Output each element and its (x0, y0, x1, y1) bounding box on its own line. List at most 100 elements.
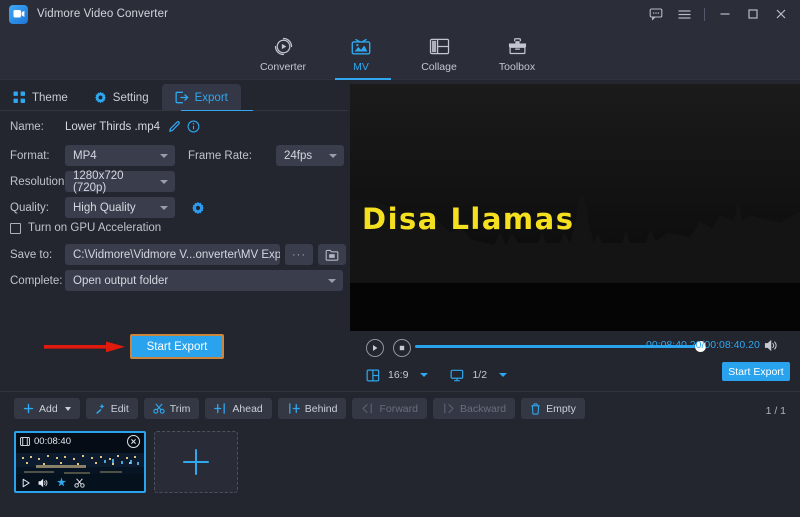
nav-item-toolbox[interactable]: Toolbox (478, 28, 556, 80)
start-export-label-secondary: Start Export (728, 366, 783, 378)
format-select[interactable]: MP4 (65, 145, 175, 166)
aspect-ratio-icon[interactable] (366, 369, 380, 382)
clip-effects-icon[interactable] (56, 477, 67, 488)
toolbox-icon (507, 36, 528, 58)
nav-label: Converter (260, 61, 306, 73)
quality-label: Quality: (10, 202, 65, 214)
toolbar-button-empty[interactable]: Empty (521, 398, 585, 419)
toolbar-button-label: Backward (460, 403, 506, 415)
advanced-settings-gear-icon[interactable] (191, 201, 205, 215)
volume-icon[interactable] (764, 339, 779, 357)
toolbar-button-forward[interactable]: Forward (352, 398, 427, 419)
nav-divider (0, 79, 800, 80)
zoom-level-chevron-down-icon[interactable] (499, 373, 507, 377)
resolution-value: 1280x720 (720p) (73, 170, 155, 194)
menu-icon[interactable] (671, 1, 697, 27)
clip-thumbnail[interactable]: 00:08:40 (14, 431, 146, 493)
format-row: Format: MP4 Frame Rate: 24fps (10, 145, 344, 166)
clip-trim-icon[interactable] (74, 478, 85, 488)
nav-active-indicator (335, 78, 391, 80)
edit-pencil-icon[interactable] (168, 120, 181, 133)
format-label: Format: (10, 150, 65, 162)
start-export-button-secondary[interactable]: Start Export (722, 362, 790, 381)
toolbar-button-behind[interactable]: Behind (278, 398, 347, 419)
start-export-button[interactable]: Start Export (130, 334, 224, 359)
complete-row: Complete: Open output folder (10, 270, 343, 291)
resolution-select[interactable]: 1280x720 (720p) (65, 171, 175, 192)
maximize-icon[interactable] (740, 1, 766, 27)
toolbar-button-label: Ahead (232, 403, 262, 415)
monitor-icon[interactable] (450, 369, 464, 382)
toolbar-button-add[interactable]: Add (14, 398, 80, 419)
video-preview[interactable]: Disa Llamas (350, 84, 800, 331)
nav-item-converter[interactable]: Converter (244, 28, 322, 80)
save-to-label: Save to: (10, 249, 65, 261)
open-folder-button[interactable] (318, 244, 346, 265)
save-to-path-value: C:\Vidmore\Vidmore V...onverter\MV Expor… (73, 249, 280, 261)
annotation-arrow (44, 340, 126, 352)
app-logo-icon (9, 5, 28, 24)
tab-theme[interactable]: Theme (0, 84, 81, 111)
toolbar-button-label: Empty (546, 403, 576, 415)
nav-label: MV (353, 61, 369, 73)
main-navigation: Converter MV (0, 28, 800, 80)
clip-close-icon[interactable] (127, 435, 140, 448)
preview-ground (350, 283, 800, 331)
chevron-down-icon (328, 279, 336, 283)
stop-button[interactable] (393, 339, 411, 357)
resolution-row: Resolution: 1280x720 (720p) (10, 171, 175, 192)
info-icon[interactable] (187, 120, 200, 133)
add-clip-slot[interactable] (154, 431, 238, 493)
magic-wand-icon (95, 403, 106, 414)
tab-label: Export (195, 92, 228, 104)
gpu-acceleration-row[interactable]: Turn on GPU Acceleration (10, 222, 161, 234)
trash-icon (530, 403, 541, 415)
feedback-icon[interactable] (643, 1, 669, 27)
toolbar-button-ahead[interactable]: Ahead (205, 398, 271, 419)
save-to-path-input[interactable]: C:\Vidmore\Vidmore V...onverter\MV Expor… (65, 244, 280, 265)
format-value: MP4 (73, 150, 97, 162)
quality-value: High Quality (73, 202, 136, 214)
nav-item-mv[interactable]: MV (322, 28, 400, 80)
nav-label: Collage (421, 61, 457, 73)
zoom-level-value: 1/2 (472, 369, 487, 381)
clip-play-icon[interactable] (21, 478, 31, 488)
toolbar-button-edit[interactable]: Edit (86, 398, 138, 419)
close-icon[interactable] (768, 1, 794, 27)
quality-select[interactable]: High Quality (65, 197, 175, 218)
toolbar-button-backward[interactable]: Backward (433, 398, 515, 419)
play-button[interactable] (366, 339, 384, 357)
page-counter: 1 / 1 (766, 405, 786, 417)
nav-label: Toolbox (499, 61, 535, 73)
chevron-down-icon (160, 180, 168, 184)
insert-ahead-icon (214, 403, 227, 414)
name-row: Name: Lower Thirds .mp4 (10, 120, 200, 133)
complete-action-select[interactable]: Open output folder (65, 270, 343, 291)
tab-label: Setting (113, 92, 149, 104)
nav-item-collage[interactable]: Collage (400, 28, 478, 80)
window-controls (643, 0, 794, 28)
theme-icon (13, 91, 26, 104)
complete-action-value: Open output folder (73, 275, 168, 287)
add-chevron-down-icon[interactable] (65, 407, 71, 411)
tab-export[interactable]: Export (162, 84, 241, 111)
app-window: Vidmore Video Converter (0, 0, 800, 517)
clip-volume-icon[interactable] (38, 478, 49, 488)
save-to-row: Save to: C:\Vidmore\Vidmore V...onverter… (10, 244, 346, 265)
toolbar-button-trim[interactable]: Trim (144, 398, 200, 419)
time-display: 00:08:40.20/00:08:40.20 (646, 339, 760, 351)
preview-overlay-title: Disa Llamas (362, 202, 574, 236)
move-backward-icon (442, 403, 455, 414)
complete-label: Complete: (10, 275, 65, 287)
toolbar-button-label: Add (39, 403, 58, 415)
minimize-icon[interactable] (712, 1, 738, 27)
framerate-select[interactable]: 24fps (276, 145, 344, 166)
plus-icon (179, 445, 213, 479)
clip-thumbnail-actions (16, 474, 144, 491)
chevron-down-icon (329, 154, 337, 158)
gpu-acceleration-checkbox[interactable] (10, 223, 21, 234)
collage-icon (429, 36, 450, 58)
browse-more-button[interactable]: ··· (285, 244, 313, 265)
aspect-ratio-chevron-down-icon[interactable] (420, 373, 428, 377)
tab-setting[interactable]: Setting (81, 84, 162, 111)
